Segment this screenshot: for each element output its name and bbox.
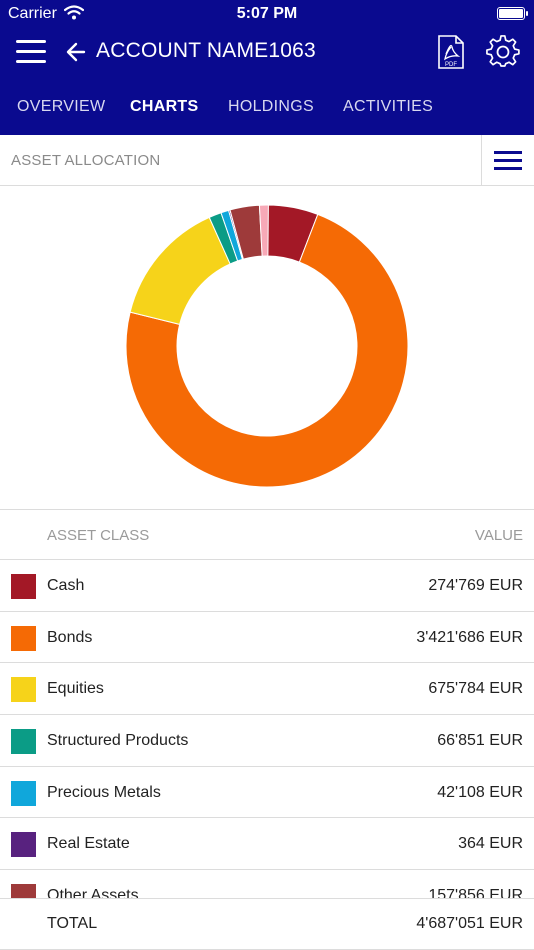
list-icon-line [494,151,522,154]
asset-class-column-header: ASSET CLASS [47,527,150,544]
tab-overview[interactable]: OVERVIEW [17,98,105,116]
asset-class-value: 157'856 EUR [428,887,523,898]
color-swatch [11,729,36,755]
asset-class-list: Cash 274'769 EUR Bonds 3'421'686 EUR Equ… [0,560,534,898]
app-header: Carrier 5:07 PM ACCOUNT NAME1063 PDF OVE… [0,0,534,135]
asset-class-name: Real Estate [47,835,130,853]
color-swatch [11,677,36,703]
list-icon-line [494,159,522,162]
pdf-icon-label: PDF [445,62,457,68]
color-swatch [11,832,36,858]
battery-icon [497,7,528,20]
asset-class-name: Cash [47,577,85,594]
table-row[interactable]: Other Assets 157'856 EUR [0,870,534,898]
asset-class-name: Bonds [47,628,93,646]
table-row[interactable]: Cash 274'769 EUR [0,560,534,612]
tab-charts[interactable]: CHARTS [130,98,198,116]
table-row[interactable]: Structured Products 66'851 EUR [0,715,534,767]
section-title: ASSET ALLOCATION [11,152,161,169]
asset-class-value: 675'784 EUR [428,680,523,698]
list-view-button[interactable] [481,135,534,185]
hamburger-menu-icon[interactable] [16,40,46,64]
status-time: 5:07 PM [236,5,298,22]
settings-gear-icon[interactable] [486,35,520,69]
asset-allocation-donut-chart [0,186,534,508]
tab-activities[interactable]: ACTIVITIES [343,98,433,116]
list-icon-line [494,167,522,170]
color-swatch [11,574,36,599]
table-row[interactable]: Real Estate 364 EUR [0,818,534,871]
tab-bar: OVERVIEW CHARTS HOLDINGS ACTIVITIES [0,88,534,128]
value-column-header: VALUE [474,527,523,544]
asset-class-value: 66'851 EUR [437,732,523,750]
asset-class-value: 364 EUR [458,835,523,853]
table-row[interactable]: Precious Metals 42'108 EUR [0,767,534,819]
total-row: TOTAL 4'687'051 EUR [0,898,534,950]
asset-class-value: 42'108 EUR [437,783,523,801]
status-bar: Carrier 5:07 PM [0,0,534,28]
navigation-bar: ACCOUNT NAME1063 PDF [0,32,534,76]
asset-class-name: Equities [47,680,104,698]
back-arrow-icon[interactable] [64,38,90,66]
color-swatch [11,625,36,651]
asset-class-name: Precious Metals [47,783,161,801]
table-header: ASSET CLASS VALUE [0,509,534,560]
asset-allocation-header: ASSET ALLOCATION [0,135,534,186]
total-label: TOTAL [47,915,98,932]
account-title: ACCOUNT NAME1063 [96,39,316,62]
color-swatch [11,780,36,806]
asset-class-name: Structured Products [47,732,189,750]
total-value: 4'687'051 EUR [416,915,523,932]
table-row[interactable]: Bonds 3'421'686 EUR [0,612,534,664]
asset-class-name: Other Assets [47,887,139,898]
donut-slice-equities[interactable] [129,216,231,325]
table-row[interactable]: Equities 675'784 EUR [0,663,534,716]
pdf-export-icon[interactable]: PDF [437,34,465,70]
tab-holdings[interactable]: HOLDINGS [228,98,314,116]
asset-class-value: 3'421'686 EUR [416,628,523,646]
color-swatch [11,884,36,898]
asset-class-value: 274'769 EUR [428,577,523,594]
